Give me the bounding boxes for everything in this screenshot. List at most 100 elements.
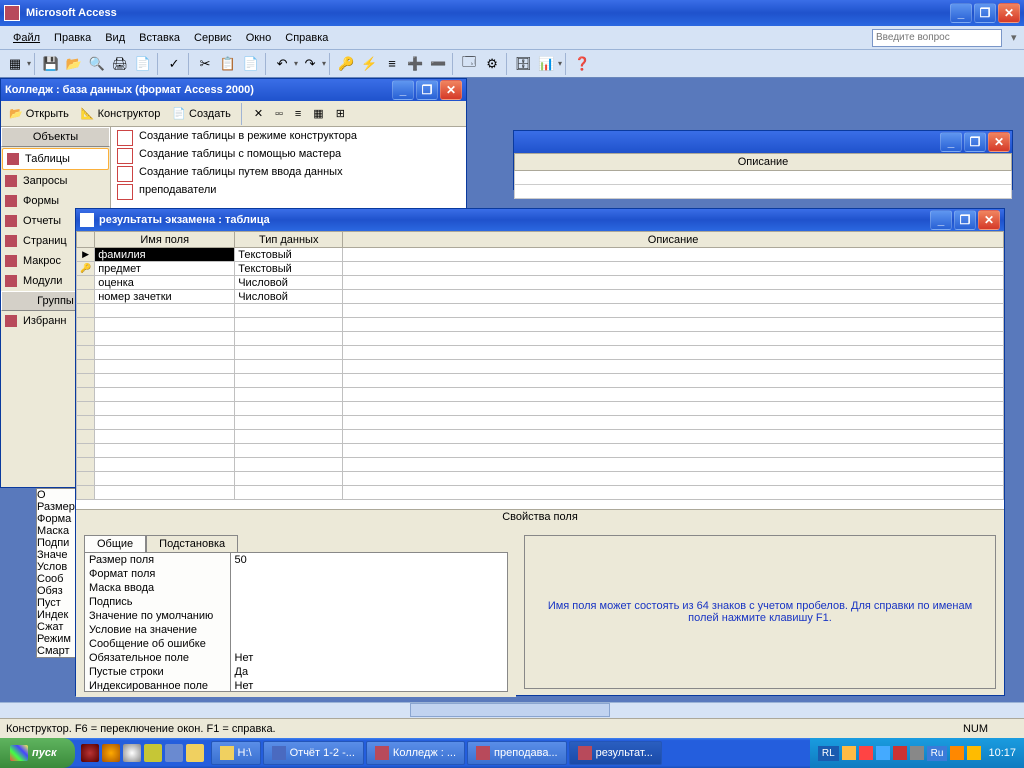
preview-icon[interactable]: 📄 <box>132 53 154 75</box>
db-close-button[interactable]: ✕ <box>440 80 462 100</box>
tab-general[interactable]: Общие <box>84 535 146 552</box>
db-view4-icon[interactable]: ⊞ <box>332 105 349 122</box>
field-desc-cell[interactable] <box>343 276 1004 290</box>
db-view2-icon[interactable]: ≡ <box>291 106 305 122</box>
field-type-cell[interactable]: Текстовый <box>235 248 343 262</box>
prop-value[interactable] <box>230 637 507 651</box>
prop-value[interactable] <box>230 581 507 595</box>
field-type-cell[interactable]: Текстовый <box>235 262 343 276</box>
taskbar-button[interactable]: результат... <box>569 741 662 765</box>
print-icon[interactable]: 🖨 <box>109 53 131 75</box>
taskbar-button[interactable]: Отчёт 1-2 -... <box>263 741 364 765</box>
field-name-cell[interactable]: номер зачетки <box>95 290 235 304</box>
insertrow-icon[interactable]: ➕ <box>404 53 426 75</box>
db-open-button[interactable]: 📂Открыть <box>5 105 73 122</box>
ql-icon[interactable] <box>144 744 162 762</box>
menu-file[interactable]: Файл <box>6 30 47 46</box>
undo-icon[interactable]: ↶ <box>271 53 293 75</box>
help-question-input[interactable] <box>872 29 1002 47</box>
minimize-button[interactable]: _ <box>950 3 972 23</box>
tray-icon[interactable] <box>842 746 856 760</box>
field-desc-cell[interactable] <box>343 290 1004 304</box>
menu-edit[interactable]: Правка <box>47 30 98 46</box>
key-icon[interactable]: 🔑 <box>335 53 357 75</box>
db-maximize-button[interactable]: ❐ <box>416 80 438 100</box>
cut-icon[interactable]: ✂ <box>194 53 216 75</box>
maximize-button[interactable]: ❐ <box>974 3 996 23</box>
scrollbar-thumb[interactable] <box>410 703 610 717</box>
db-design-button[interactable]: 📐Конструктор <box>77 105 164 122</box>
list-item[interactable]: Создание таблицы в режиме конструктора <box>111 127 466 145</box>
prop-value[interactable] <box>230 567 507 581</box>
row-selector[interactable]: 🔑 <box>77 262 95 276</box>
view-icon[interactable]: ▦ <box>4 53 26 75</box>
bg-close-button[interactable]: ✕ <box>988 132 1010 152</box>
paste-icon[interactable]: 📄 <box>240 53 262 75</box>
close-button[interactable]: ✕ <box>998 3 1020 23</box>
row-selector[interactable] <box>77 276 95 290</box>
field-type-cell[interactable]: Числовой <box>235 290 343 304</box>
tray-icon[interactable] <box>967 746 981 760</box>
tray-icon[interactable] <box>893 746 907 760</box>
list-item[interactable]: преподаватели <box>111 181 466 199</box>
taskbar-button[interactable]: H:\ <box>211 741 261 765</box>
db-minimize-button[interactable]: _ <box>392 80 414 100</box>
folder-icon[interactable]: 📂 <box>63 53 85 75</box>
prop-value[interactable]: Да <box>230 665 507 679</box>
ql-icon[interactable] <box>186 744 204 762</box>
ql-icon[interactable] <box>81 744 99 762</box>
tw-close-button[interactable]: ✕ <box>978 210 1000 230</box>
bg-maximize-button[interactable]: ❐ <box>964 132 986 152</box>
copy-icon[interactable]: 📋 <box>217 53 239 75</box>
spell-icon[interactable]: ✓ <box>163 53 185 75</box>
db-view1-icon[interactable]: ▫▫ <box>271 106 287 122</box>
ql-icon[interactable] <box>123 744 141 762</box>
bg-minimize-button[interactable]: _ <box>940 132 962 152</box>
prop-value[interactable]: 50 <box>230 553 507 567</box>
tab-lookup[interactable]: Подстановка <box>146 535 238 552</box>
field-name-cell[interactable]: фамилия <box>95 248 235 262</box>
menu-view[interactable]: Вид <box>98 30 132 46</box>
ql-icon[interactable] <box>102 744 120 762</box>
tw-minimize-button[interactable]: _ <box>930 210 952 230</box>
field-type-cell[interactable]: Числовой <box>235 276 343 290</box>
prop-value[interactable] <box>230 623 507 637</box>
field-name-cell[interactable]: предмет <box>95 262 235 276</box>
sidebar-item-queries[interactable]: Запросы <box>1 171 110 191</box>
newobj-icon[interactable]: 📊 <box>535 53 557 75</box>
db-delete-button[interactable]: ✕ <box>250 105 267 122</box>
prop-value[interactable] <box>230 595 507 609</box>
menu-window[interactable]: Окно <box>239 30 279 46</box>
taskbar-button[interactable]: Колледж : ... <box>366 741 465 765</box>
menu-help[interactable]: Справка <box>278 30 335 46</box>
sidebar-item-tables[interactable]: Таблицы <box>2 148 109 170</box>
field-name-cell[interactable]: оценка <box>95 276 235 290</box>
list-item[interactable]: Создание таблицы путем ввода данных <box>111 163 466 181</box>
builder-icon[interactable]: ⚙ <box>481 53 503 75</box>
db-view3-icon[interactable]: ▦ <box>309 105 327 122</box>
start-button[interactable]: пуск <box>0 738 75 768</box>
list-item[interactable]: Создание таблицы с помощью мастера <box>111 145 466 163</box>
ql-icon[interactable] <box>165 744 183 762</box>
help-icon[interactable]: ❓ <box>571 53 593 75</box>
menu-tools[interactable]: Сервис <box>187 30 239 46</box>
horizontal-scrollbar[interactable] <box>0 702 1024 718</box>
lang-indicator[interactable]: RL <box>818 746 839 761</box>
taskbar-button[interactable]: преподава... <box>467 741 567 765</box>
row-selector[interactable] <box>77 290 95 304</box>
tray-icon[interactable] <box>950 746 964 760</box>
tray-icon[interactable] <box>876 746 890 760</box>
rows-icon[interactable]: ≡ <box>381 53 403 75</box>
tw-maximize-button[interactable]: ❐ <box>954 210 976 230</box>
property-grid[interactable]: Размер поля50 Формат поля Маска ввода По… <box>84 552 508 692</box>
lightning-icon[interactable]: ⚡ <box>358 53 380 75</box>
search-icon[interactable]: 🔍 <box>86 53 108 75</box>
clock[interactable]: 10:17 <box>988 747 1016 759</box>
db-create-button[interactable]: 📄Создать <box>168 105 235 122</box>
deleterow-icon[interactable]: ➖ <box>427 53 449 75</box>
properties-icon[interactable]: 🗔 <box>458 53 480 75</box>
field-desc-cell[interactable] <box>343 248 1004 262</box>
redo-icon[interactable]: ↷ <box>299 53 321 75</box>
field-desc-cell[interactable] <box>343 262 1004 276</box>
field-grid[interactable]: Имя поля Тип данных Описание ▶фамилияТек… <box>76 231 1004 509</box>
